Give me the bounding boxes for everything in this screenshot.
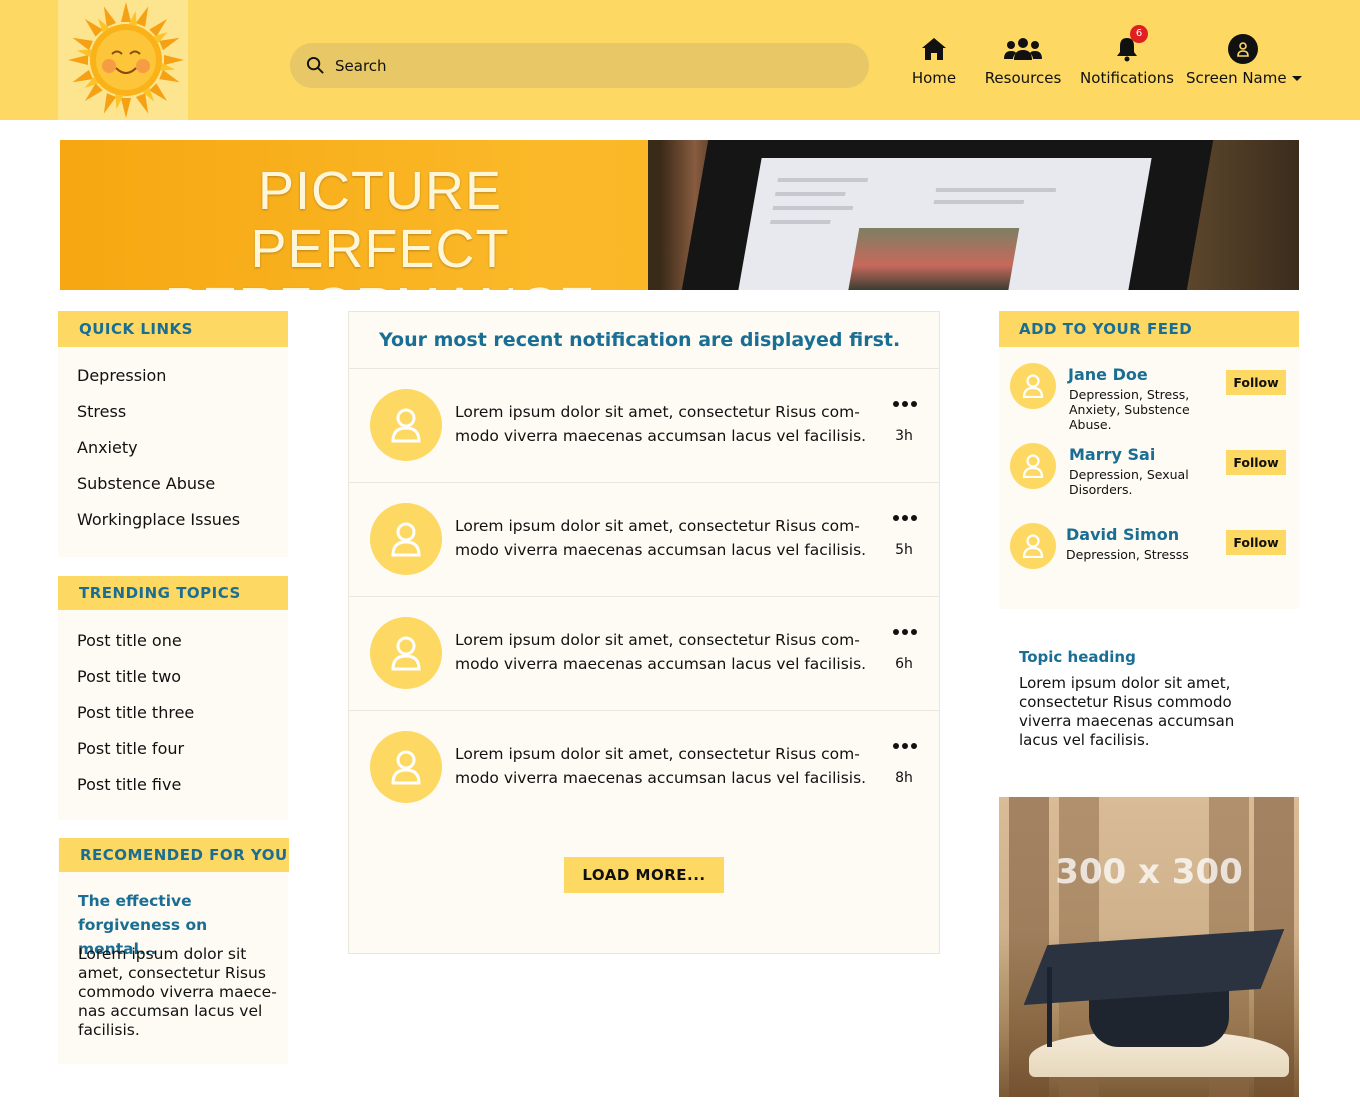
users-icon <box>984 34 1062 64</box>
nav-notifications-label: Notifications <box>1080 69 1174 87</box>
page: Home Resources 6 <box>0 0 1360 1111</box>
trending-post-4[interactable]: Post title four <box>77 739 194 775</box>
more-options-icon[interactable] <box>891 399 919 409</box>
user-circle-icon <box>1228 34 1258 64</box>
notification-time: 5h <box>895 542 913 558</box>
user-avatar-icon <box>1010 523 1056 569</box>
ad-placeholder-image[interactable]: 300 x 300 <box>999 797 1299 1097</box>
trending-post-2[interactable]: Post title two <box>77 667 194 703</box>
user-avatar-icon <box>370 503 442 575</box>
trending-post-1[interactable]: Post title one <box>77 631 194 667</box>
nav-home-label: Home <box>911 69 957 87</box>
feed-user-name[interactable]: Jane Doe <box>1068 365 1148 384</box>
notification-item[interactable]: Lorem ipsum dolor sit amet, consectetur … <box>349 596 939 710</box>
feed-suggestion: Jane Doe Depression, Stress, Anxiety, Su… <box>999 361 1299 441</box>
top-header: Home Resources 6 <box>0 0 1360 120</box>
notification-text: Lorem ipsum dolor sit amet, consectetur … <box>455 403 867 445</box>
trending-topics-heading: TRENDING TOPICS <box>58 576 288 610</box>
notifications-title: Your most recent notification are displa… <box>379 329 901 351</box>
sun-icon <box>68 2 184 118</box>
nav-screen-name[interactable]: Screen Name <box>1186 34 1302 94</box>
user-avatar-icon <box>1010 443 1056 489</box>
follow-button[interactable]: Follow <box>1226 370 1286 395</box>
home-icon <box>906 34 962 64</box>
notification-item[interactable]: Lorem ipsum dolor sit amet, consectetur … <box>349 482 939 596</box>
notification-text: Lorem ipsum dolor sit amet, consectetur … <box>455 517 867 559</box>
banner-title: PICTURE PERFECT PERFORMANCE <box>140 162 620 290</box>
notification-item[interactable]: Lorem ipsum dolor sit amet, consectetur … <box>349 368 939 482</box>
notification-time: 3h <box>895 428 913 444</box>
notification-time: 8h <box>895 770 913 786</box>
feed-user-tags: Depression, Stresss <box>1066 547 1189 562</box>
feed-user-tags: Depression, Stress, Anxiety, Substence A… <box>1069 387 1190 432</box>
follow-button[interactable]: Follow <box>1226 450 1286 475</box>
add-to-feed-heading: ADD TO YOUR FEED <box>999 311 1299 347</box>
quick-links-heading: QUICK LINKS <box>58 311 288 347</box>
quick-links-card: QUICK LINKS Depression Stress Anxiety Su… <box>58 311 288 557</box>
trending-post-5[interactable]: Post title five <box>77 775 194 811</box>
quick-link-workplace-issues[interactable]: Workingplace Issues <box>77 510 240 546</box>
user-avatar-icon <box>370 389 442 461</box>
notification-item[interactable]: Lorem ipsum dolor sit amet, consectetur … <box>349 710 939 824</box>
follow-button[interactable]: Follow <box>1226 530 1286 555</box>
notification-count-badge: 6 <box>1130 25 1148 43</box>
feed-user-name[interactable]: Marry Sai <box>1069 445 1155 464</box>
recommended-heading: RECOMENDED FOR YOU <box>59 838 289 872</box>
nav-resources-label: Resources <box>984 69 1062 87</box>
banner-title-line-1: PICTURE PERFECT <box>250 161 510 279</box>
cap-tassel <box>1047 967 1052 1047</box>
nav-screen-name-label: Screen Name <box>1186 69 1287 87</box>
user-avatar-icon <box>370 617 442 689</box>
sun-logo[interactable] <box>58 0 188 120</box>
nav-resources[interactable]: Resources <box>984 34 1062 94</box>
feed-suggestion: Marry Sai Depression, Sexual Disorders. … <box>999 441 1299 521</box>
laptop-screen-image <box>738 158 1152 290</box>
nav-home[interactable]: Home <box>906 34 962 94</box>
add-to-feed-card: ADD TO YOUR FEED Jane Doe Depression, St… <box>999 311 1299 609</box>
hero-banner: PICTURE PERFECT PERFORMANCE <box>60 140 1299 290</box>
load-more-button[interactable]: LOAD MORE... <box>564 857 724 893</box>
quick-link-substance-abuse[interactable]: Substence Abuse <box>77 474 240 510</box>
chevron-down-icon[interactable] <box>1291 76 1302 81</box>
bell-icon: 6 <box>1080 25 1174 64</box>
search-bar[interactable] <box>290 43 869 88</box>
search-icon <box>306 56 324 74</box>
quick-link-depression[interactable]: Depression <box>77 366 240 402</box>
more-options-icon[interactable] <box>891 513 919 523</box>
quick-link-stress[interactable]: Stress <box>77 402 240 438</box>
profile-avatar <box>1186 34 1300 64</box>
banner-title-line-2: PERFORMANCE <box>140 278 620 290</box>
notification-text: Lorem ipsum dolor sit amet, consectetur … <box>455 631 867 673</box>
more-options-icon[interactable] <box>891 627 919 637</box>
feed-user-name[interactable]: David Simon <box>1066 525 1179 544</box>
topic-heading[interactable]: Topic heading <box>1019 648 1269 666</box>
more-options-icon[interactable] <box>891 741 919 751</box>
feed-user-tags: Depression, Sexual Disorders. <box>1069 467 1189 497</box>
notification-text: Lorem ipsum dolor sit amet, consectetur … <box>455 745 867 787</box>
trending-topics-list: Post title one Post title two Post title… <box>77 631 194 811</box>
recommended-card: RECOMENDED FOR YOU The effective forgive… <box>58 838 289 1064</box>
ad-size-label: 300 x 300 <box>1055 852 1243 892</box>
quick-links-list: Depression Stress Anxiety Substence Abus… <box>77 366 240 546</box>
trending-post-3[interactable]: Post title three <box>77 703 194 739</box>
topic-block: Topic heading Lorem ipsum dolor sit amet… <box>1019 648 1269 750</box>
feed-suggestion: David Simon Depression, Stresss Follow <box>999 521 1299 601</box>
trending-topics-card: TRENDING TOPICS Post title one Post titl… <box>58 576 288 820</box>
topic-body: Lorem ipsum dolor sit amet, consectetur … <box>1019 674 1235 749</box>
quick-link-anxiety[interactable]: Anxiety <box>77 438 240 474</box>
nav-notifications[interactable]: 6 Notifications <box>1080 25 1174 94</box>
notifications-panel: Your most recent notification are displa… <box>348 311 940 954</box>
user-avatar-icon <box>1010 363 1056 409</box>
notification-time: 6h <box>895 656 913 672</box>
user-avatar-icon <box>370 731 442 803</box>
recommended-article-body: Lorem ipsum dolor sit amet, consectetur … <box>78 945 277 1039</box>
search-input[interactable] <box>335 56 815 75</box>
nav-screen-name-wrap: Screen Name <box>1186 69 1302 87</box>
